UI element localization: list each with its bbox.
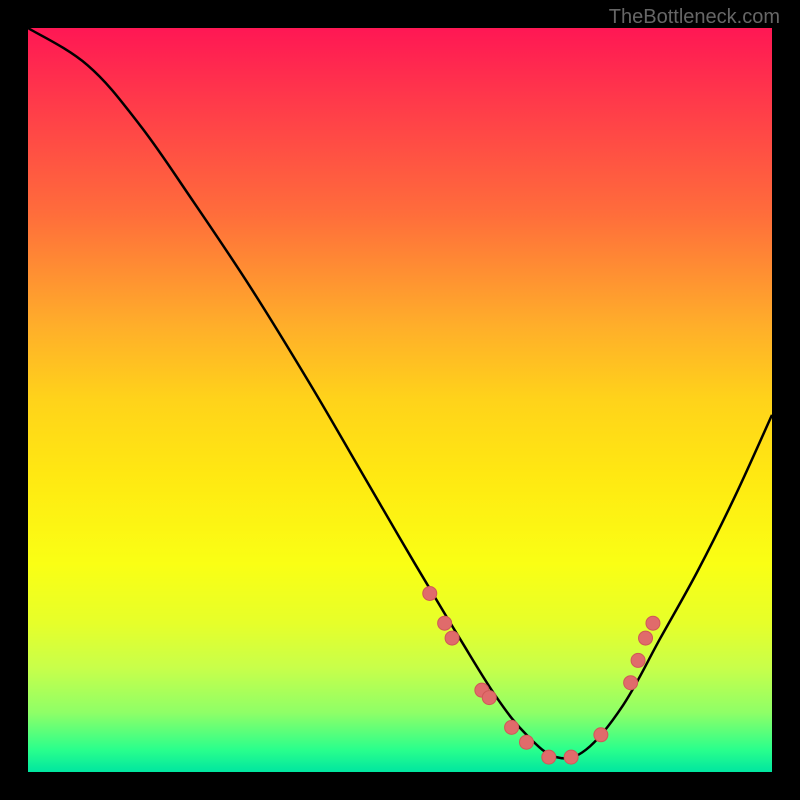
marker-dot (631, 653, 645, 667)
marker-dot (445, 631, 459, 645)
marker-dot (646, 616, 660, 630)
chart-plot-area (28, 28, 772, 772)
watermark-text: TheBottleneck.com (609, 6, 780, 29)
marker-dot (639, 631, 653, 645)
marker-dot (542, 750, 556, 764)
marker-dot (519, 735, 533, 749)
marker-dot (564, 750, 578, 764)
marker-dot (482, 691, 496, 705)
marker-dot (438, 616, 452, 630)
bottleneck-curve (28, 28, 772, 758)
chart-svg (28, 28, 772, 772)
marker-dot (505, 720, 519, 734)
marker-dot (594, 728, 608, 742)
marker-group (423, 586, 660, 764)
marker-dot (624, 676, 638, 690)
marker-dot (423, 586, 437, 600)
